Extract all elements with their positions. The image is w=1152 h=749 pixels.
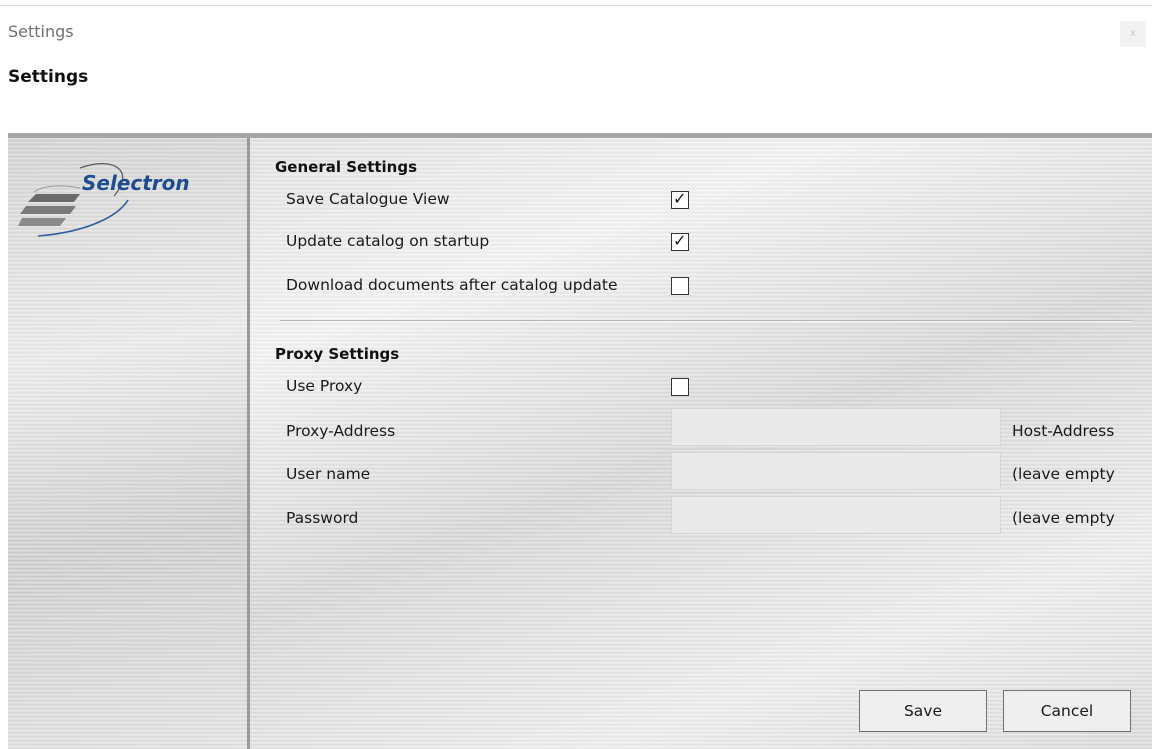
save-catalogue-view-checkbox[interactable]: ✓ [671, 189, 689, 209]
password-hint: (leave empty [1012, 509, 1115, 527]
cancel-button[interactable]: Cancel [1003, 690, 1131, 732]
sidebar: Selectron [8, 138, 250, 749]
update-catalog-startup-label: Update catalog on startup [286, 232, 490, 250]
page-title: Settings [8, 67, 89, 87]
settings-content: General Settings Save Catalogue View ✓ U… [250, 138, 1152, 749]
save-button[interactable]: Save [859, 690, 987, 732]
logo-text: Selectron [82, 171, 190, 195]
save-catalogue-view-label: Save Catalogue View [286, 190, 450, 208]
download-documents-checkbox[interactable] [671, 277, 689, 295]
proxy-address-hint: Host-Address [1012, 422, 1115, 440]
general-settings-title: General Settings [275, 158, 418, 176]
user-name-hint: (leave empty [1012, 465, 1115, 483]
use-proxy-label: Use Proxy [286, 377, 363, 395]
user-name-input[interactable] [671, 452, 1001, 490]
password-input[interactable] [671, 496, 1001, 534]
download-documents-label: Download documents after catalog update [286, 276, 618, 294]
window-title: Settings [8, 22, 74, 41]
settings-window: Settings x Settings Selectron General Se… [0, 0, 1152, 749]
proxy-address-input[interactable] [671, 408, 1001, 446]
proxy-settings-title: Proxy Settings [275, 345, 400, 363]
check-icon: ✓ [673, 189, 687, 208]
settings-body: Selectron General Settings Save Catalogu… [8, 133, 1152, 749]
section-divider [280, 320, 1132, 321]
proxy-address-label: Proxy-Address [286, 422, 396, 440]
password-label: Password [286, 509, 359, 527]
update-catalog-startup-checkbox[interactable]: ✓ [671, 231, 689, 251]
user-name-label: User name [286, 465, 371, 483]
check-icon: ✓ [673, 231, 687, 250]
use-proxy-checkbox[interactable] [671, 378, 689, 396]
window-top-border [0, 5, 1152, 6]
close-button[interactable]: x [1120, 21, 1146, 47]
